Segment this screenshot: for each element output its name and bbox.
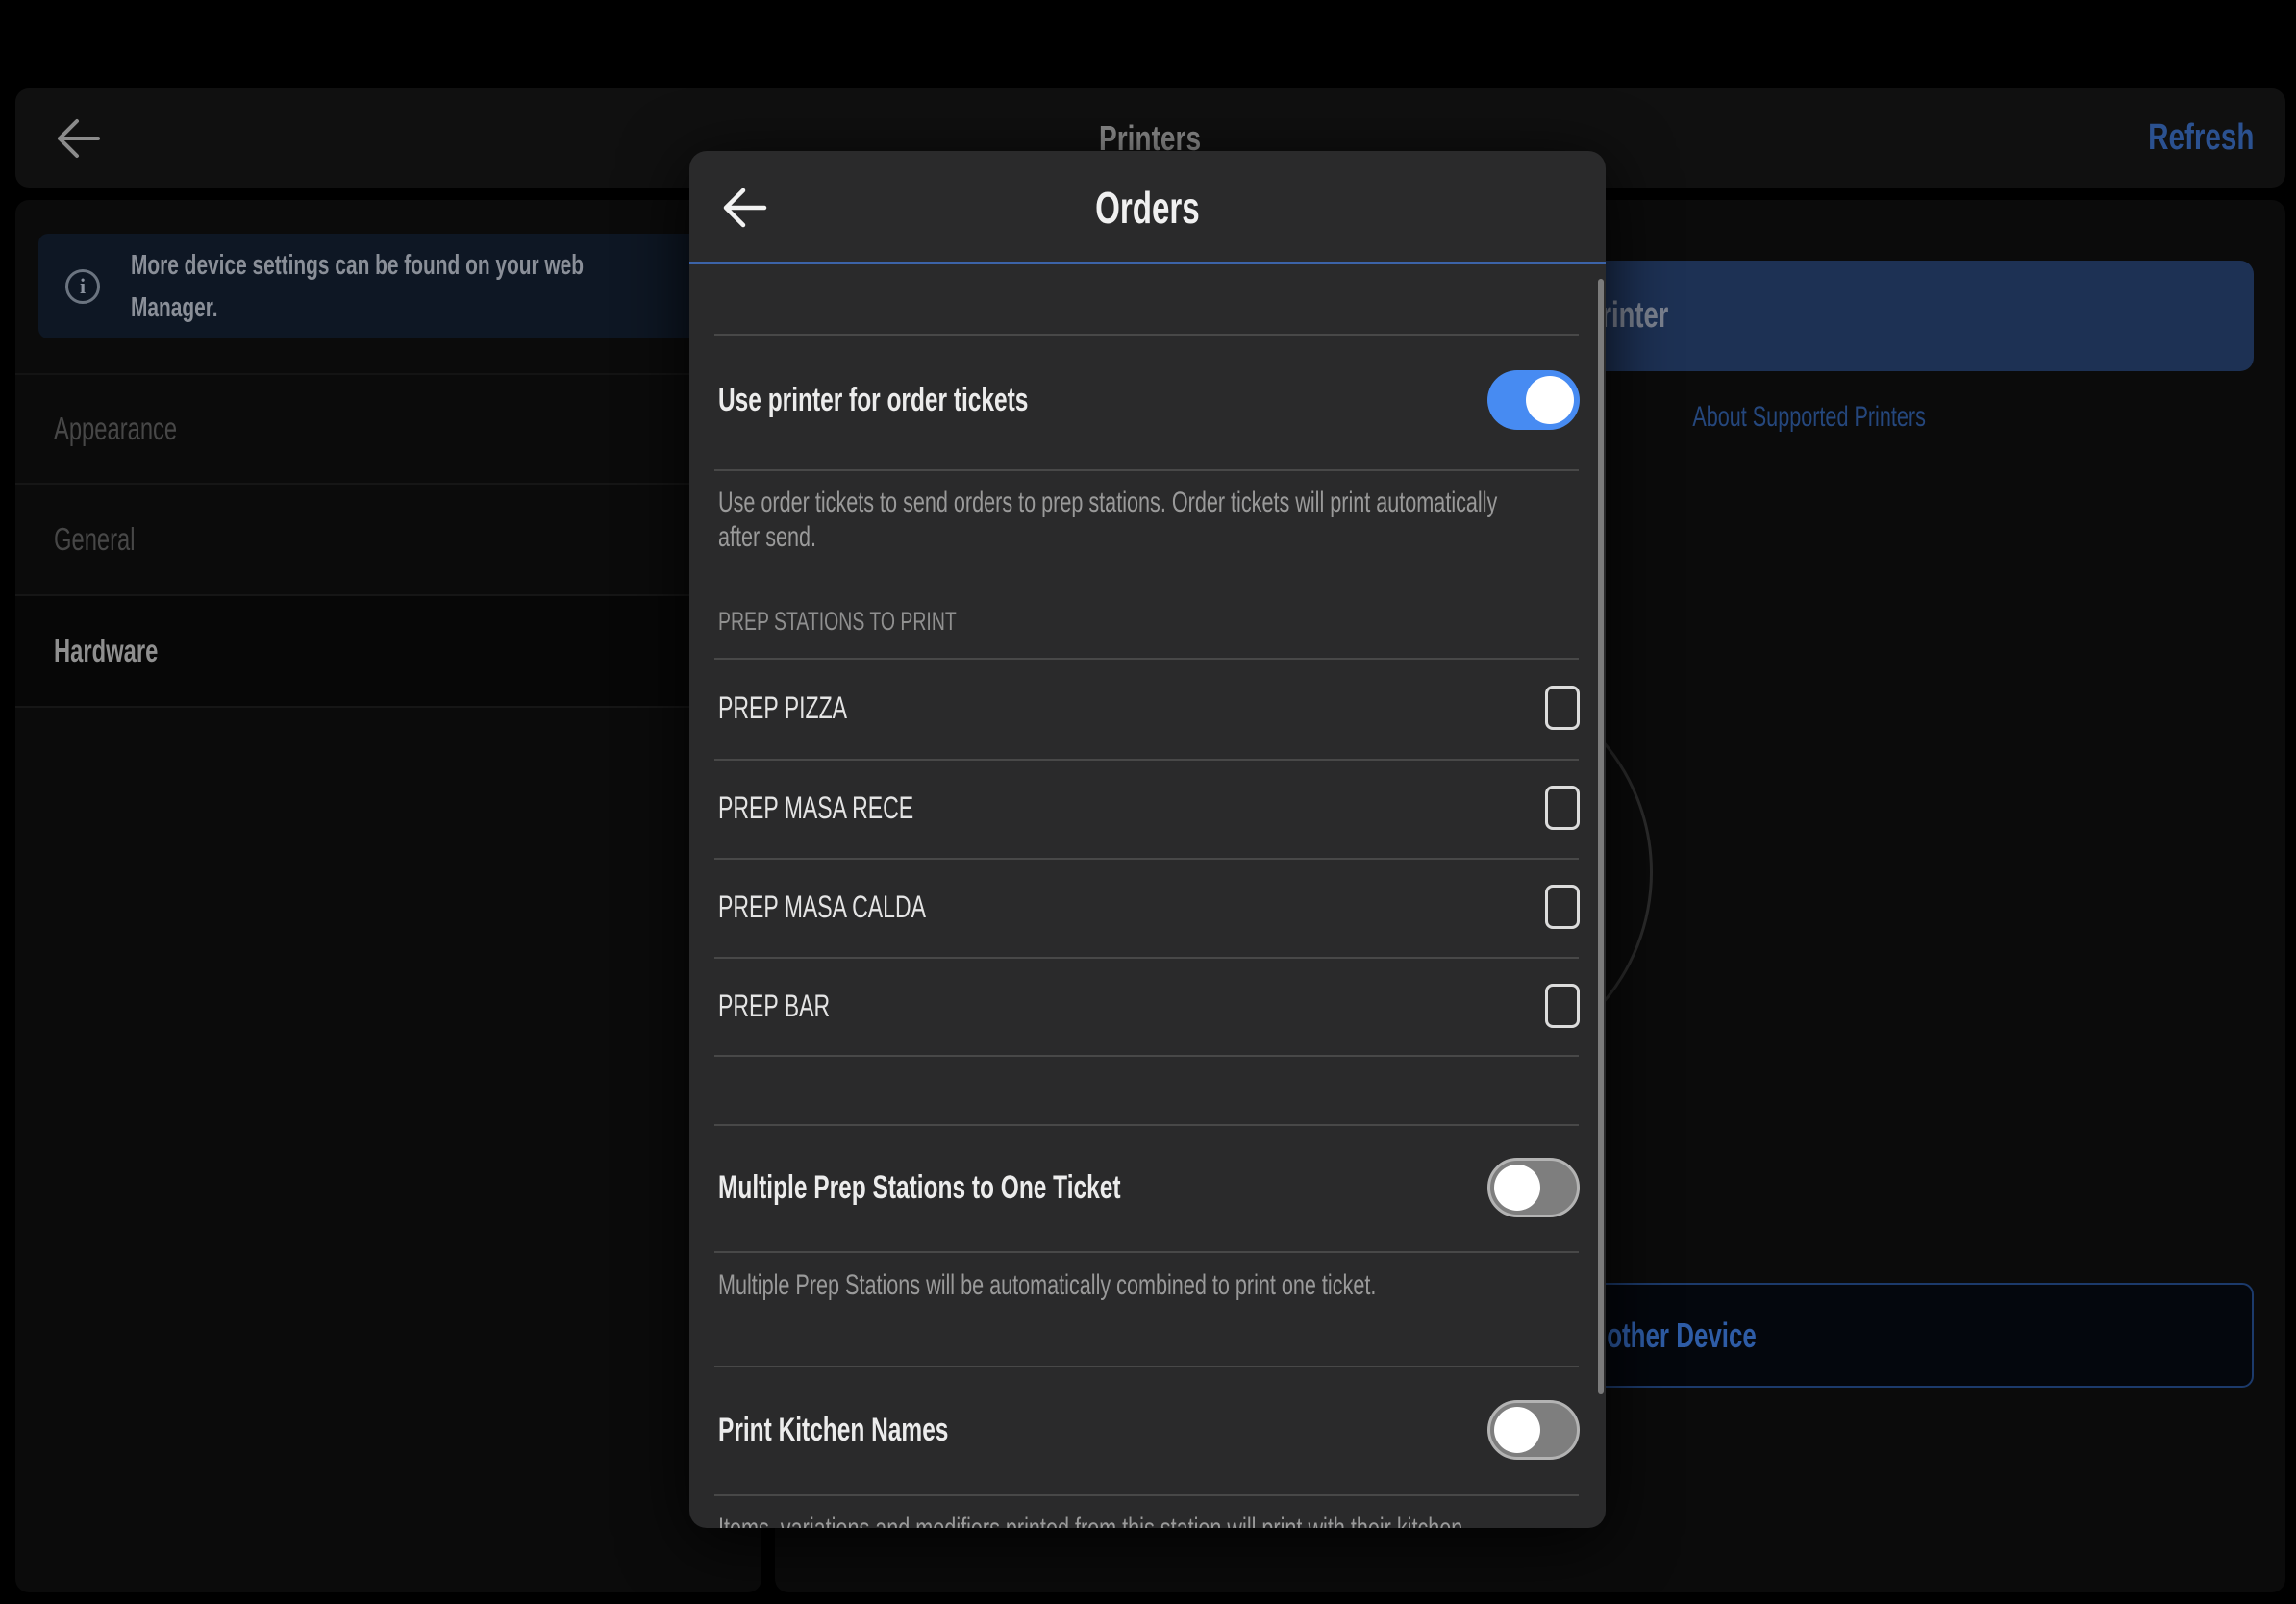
order-tickets-description: Use order tickets to send orders to prep…	[718, 486, 1606, 555]
station-label-prep-bar: PREP BAR	[718, 986, 873, 1026]
combine-toggle[interactable]	[1487, 1158, 1580, 1217]
sidebar-item-label: Hardware	[54, 633, 158, 669]
info-icon: i	[65, 269, 100, 304]
station-label-prep-masa-calda: PREP MASA CALDA	[718, 887, 1007, 927]
modal-title: Orders	[689, 151, 1606, 264]
sidebar-item-label: Appearance	[54, 411, 177, 447]
about-supported-printers-link[interactable]: About Supported Printers	[1602, 401, 1926, 434]
station-label-prep-masa-rece: PREP MASA RECE	[718, 788, 989, 828]
order-tickets-toggle-label: Use printer for order tickets	[718, 379, 1149, 421]
divider	[714, 1124, 1579, 1126]
combine-description: Multiple Prep Stations will be automatic…	[718, 1268, 1606, 1303]
divider	[714, 1055, 1579, 1057]
settings-sidebar-panel: i More device settings can be found on y…	[15, 200, 761, 1592]
orders-modal: Orders Use printer for order tickets Use…	[689, 151, 1606, 1528]
info-banner: i More device settings can be found on y…	[38, 234, 738, 338]
prep-stations-section-header: PREP STATIONS TO PRINT	[718, 604, 1049, 639]
station-checkbox-prep-pizza[interactable]	[1545, 686, 1580, 730]
toggle-knob	[1494, 1407, 1540, 1453]
kitchen-names-toggle-label: Print Kitchen Names	[718, 1409, 1038, 1451]
kitchen-names-toggle[interactable]	[1487, 1400, 1580, 1460]
station-checkbox-prep-bar[interactable]	[1545, 984, 1580, 1028]
toggle-knob	[1526, 376, 1574, 424]
divider	[714, 858, 1579, 860]
sidebar-item-hardware[interactable]: Hardware	[15, 596, 761, 708]
divider	[714, 1494, 1579, 1496]
sidebar-item-appearance[interactable]: Appearance	[15, 373, 761, 485]
refresh-button[interactable]: Refresh	[2118, 88, 2255, 188]
divider	[714, 1251, 1579, 1253]
divider	[714, 759, 1579, 761]
station-checkbox-prep-masa-calda[interactable]	[1545, 885, 1580, 929]
divider	[714, 334, 1579, 336]
divider	[714, 957, 1579, 959]
divider	[714, 658, 1579, 660]
sidebar-item-label: General	[54, 521, 136, 558]
orders-modal-header: Orders	[689, 151, 1606, 264]
screen: Printers Refresh i More device settings …	[0, 0, 2296, 1604]
info-banner-text: More device settings can be found on you…	[131, 244, 760, 329]
station-checkbox-prep-masa-rece[interactable]	[1545, 786, 1580, 830]
order-tickets-toggle[interactable]	[1487, 370, 1580, 430]
sidebar-item-general[interactable]: General	[15, 485, 761, 596]
combine-toggle-label: Multiple Prep Stations to One Ticket	[718, 1166, 1277, 1209]
divider	[714, 469, 1579, 471]
kitchen-names-description: Items, variations and modifiers printed …	[718, 1511, 1606, 1528]
modal-scrollbar[interactable]	[1598, 279, 1604, 1394]
toggle-knob	[1494, 1165, 1540, 1211]
station-label-prep-pizza: PREP PIZZA	[718, 688, 897, 728]
divider	[714, 1366, 1579, 1367]
settings-menu: Appearance General Hardware	[15, 373, 761, 708]
